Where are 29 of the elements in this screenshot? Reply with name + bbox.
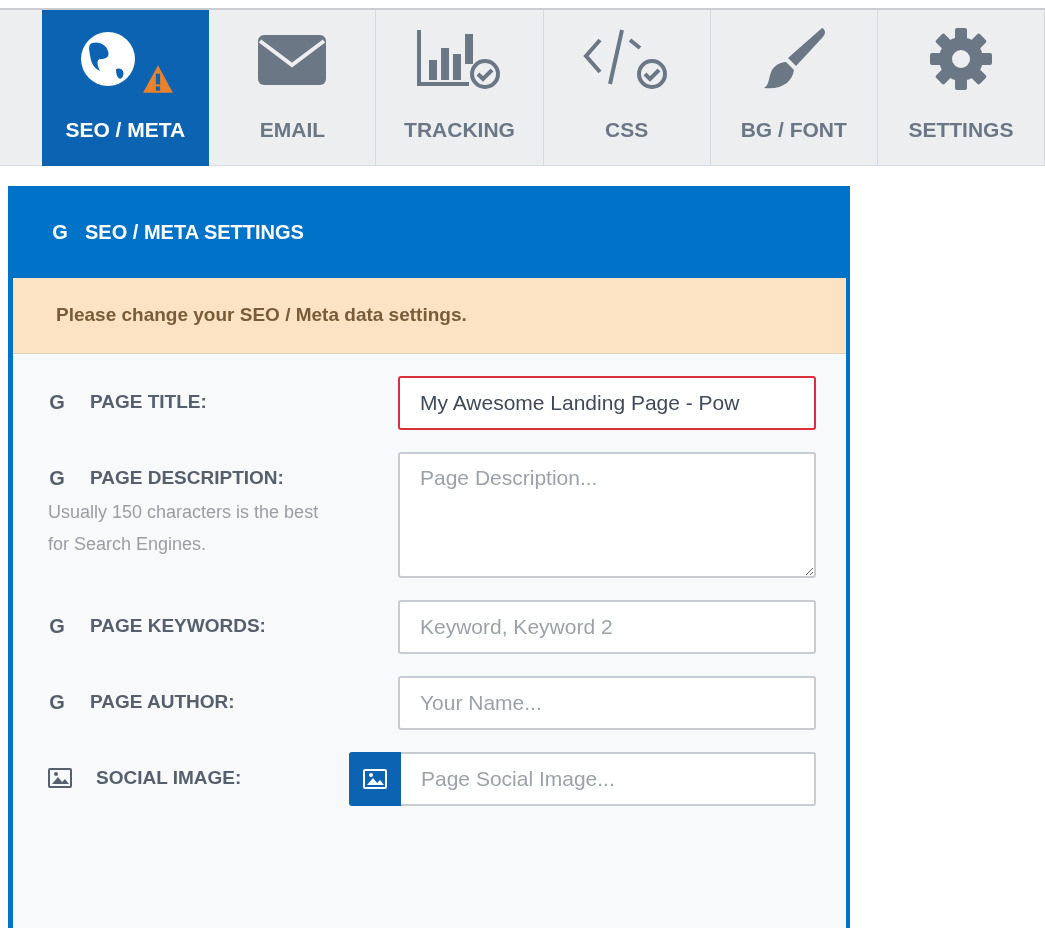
field-label: PAGE DESCRIPTION: [90,465,284,490]
tab[interactable]: SEO / META [42,10,210,166]
tab[interactable]: SETTINGS [877,10,1045,166]
tab[interactable]: BG / FONT [710,10,878,166]
g-icon: G [48,611,66,641]
input-field[interactable]: Keyword, Keyword 2 [398,600,816,654]
input-field[interactable]: My Awesome Landing Page - Pow [398,376,816,430]
tab[interactable]: EMAIL [209,10,377,166]
g-icon: G [48,387,66,417]
input-field[interactable]: Your Name... [398,676,816,730]
tab[interactable]: TRACKING [376,10,544,166]
hint-text: Usually 150 characters is the best for Search Engines. [48,501,320,556]
g-icon: G [48,687,66,717]
panel-title: SEO / META SETTINGS [85,220,304,245]
tab[interactable]: CSS [543,10,711,166]
g-icon: G [48,463,66,493]
image-icon [363,769,387,789]
g-icon: G [51,217,69,247]
image-button[interactable] [349,752,401,806]
field-label: PAGE KEYWORDS: [90,613,266,638]
field-label: SOCIAL IMAGE: [96,765,242,790]
input-field[interactable]: Page Social Image... [401,752,816,806]
description-field[interactable]: Page Description... [398,452,816,578]
settings-icon [927,25,994,92]
alert-text: Please change your SEO / Meta data settings. [56,303,467,328]
image-icon [48,768,72,788]
globe-icon [80,30,137,87]
field-label: PAGE AUTHOR: [90,689,235,714]
field-label: PAGE TITLE: [90,389,207,414]
